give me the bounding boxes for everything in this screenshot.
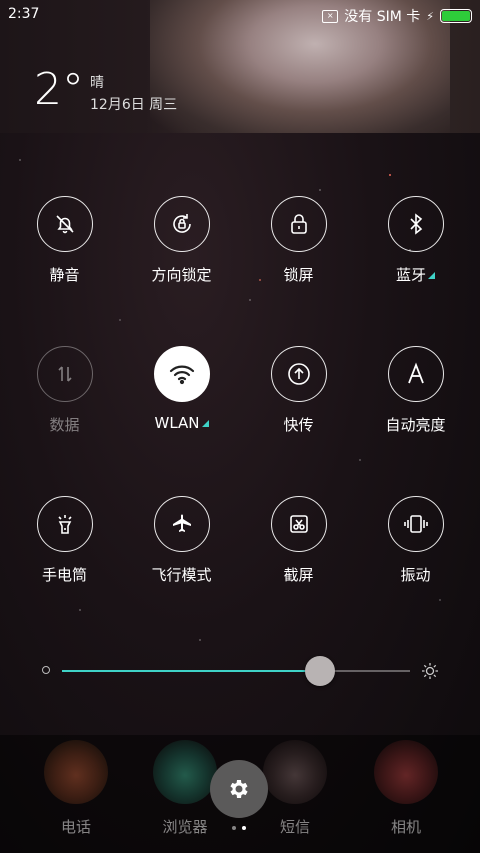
toggle-lock-screen[interactable]: 锁屏 [240, 196, 357, 285]
toggle-mute[interactable]: 静音 [6, 196, 123, 285]
expand-indicator-icon [428, 272, 435, 279]
app-camera[interactable]: 相机 [366, 740, 446, 837]
flashlight-icon [36, 496, 93, 552]
data-arrows-icon [36, 346, 93, 402]
bell-off-icon [36, 196, 93, 252]
app-label: 浏览器 [162, 818, 208, 836]
toggle-label: 锁屏 [283, 266, 314, 284]
page-indicator [232, 826, 246, 830]
page-dot [232, 826, 236, 830]
toggle-label: 方向锁定 [151, 266, 212, 284]
toggle-label: 手电筒 [41, 566, 87, 584]
toggle-mobile-data[interactable]: 数据 [6, 346, 123, 435]
toggle-label: 快传 [283, 416, 314, 434]
messages-app-icon [263, 740, 327, 804]
toggle-auto-brightness[interactable]: 自动亮度 [357, 346, 474, 435]
screenshot-icon [270, 496, 327, 552]
camera-app-icon [374, 740, 438, 804]
weather-date: 12月6日 周三 [90, 97, 178, 113]
auto-brightness-icon [387, 346, 444, 402]
toggle-label: 静音 [49, 266, 80, 284]
toggle-label: 振动 [400, 566, 431, 584]
toggle-rotation-lock[interactable]: 方向锁定 [123, 196, 240, 285]
browser-app-icon [153, 740, 217, 804]
weather-condition: 晴 [90, 75, 104, 91]
charging-icon: ⚡ [426, 9, 434, 23]
rotation-lock-icon [153, 196, 210, 252]
brightness-slider-fill [62, 670, 320, 672]
brightness-slider-thumb[interactable] [304, 656, 335, 686]
brightness-low-icon [42, 666, 50, 674]
expand-indicator-icon [201, 420, 209, 427]
toggle-airplane-mode[interactable]: 飞行模式 [123, 496, 240, 585]
wifi-icon [153, 346, 210, 402]
airplane-icon [153, 496, 210, 552]
status-bar: 2:37 × 没有 SIM 卡 ⚡ [0, 0, 480, 28]
status-time: 2:37 [8, 6, 40, 22]
carrier-text: 没有 SIM 卡 [344, 9, 421, 25]
toggle-quick-transfer[interactable]: 快传 [240, 346, 357, 435]
settings-button[interactable] [210, 760, 268, 818]
phone-app-icon [44, 740, 108, 804]
toggle-vibrate[interactable]: 振动 [357, 496, 474, 585]
brightness-high-icon [421, 662, 439, 684]
vibrate-icon [387, 496, 444, 552]
toggle-label: 蓝牙 [357, 264, 474, 285]
app-label: 电话 [60, 818, 91, 836]
toggle-label: 飞行模式 [151, 566, 212, 584]
battery-icon [440, 9, 472, 23]
toggle-label: WLAN [123, 414, 240, 432]
app-label: 相机 [390, 818, 421, 836]
app-label: 短信 [279, 818, 310, 836]
toggle-bluetooth[interactable]: 蓝牙 [357, 196, 474, 285]
weather-temperature[interactable]: 2° [34, 66, 84, 114]
bluetooth-icon [387, 196, 444, 252]
brightness-slider[interactable] [62, 670, 410, 672]
toggle-label: 截屏 [283, 566, 314, 584]
page-dot-current [242, 826, 246, 830]
toggle-label: 数据 [49, 416, 80, 434]
status-right: × 没有 SIM 卡 ⚡ [322, 6, 472, 26]
toggle-screenshot[interactable]: 截屏 [240, 496, 357, 585]
transfer-icon [270, 346, 327, 402]
toggle-label: 自动亮度 [385, 416, 446, 434]
app-phone[interactable]: 电话 [36, 740, 116, 837]
toggle-wlan[interactable]: WLAN [123, 346, 240, 432]
toggle-flashlight[interactable]: 手电筒 [6, 496, 123, 585]
lock-icon [270, 196, 327, 252]
no-sim-icon: × [322, 9, 339, 23]
gear-icon [230, 780, 248, 798]
